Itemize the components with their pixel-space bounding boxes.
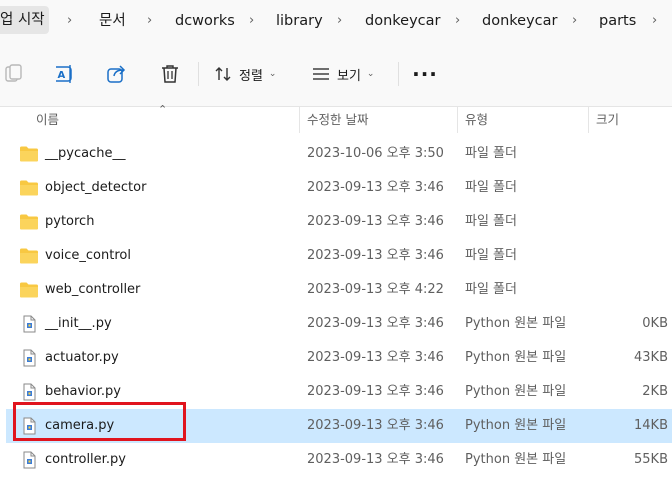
- file-name: __pycache__: [45, 146, 126, 161]
- toolbar-divider: [398, 62, 399, 86]
- sort-icon: [214, 65, 232, 83]
- file-name: actuator.py: [45, 350, 119, 365]
- view-icon: [312, 66, 330, 82]
- python-file-icon: [19, 383, 39, 401]
- python-file-icon: [19, 451, 39, 469]
- sort-label: 정렬: [239, 68, 263, 84]
- file-size: 43KB: [634, 350, 668, 365]
- list-item[interactable]: actuator.py 2023-09-13 오후 3:46 Python 원본…: [6, 341, 672, 375]
- breadcrumb-item-start[interactable]: 업 시작: [0, 6, 49, 34]
- file-type: Python 원본 파일: [465, 384, 567, 399]
- file-type: Python 원본 파일: [465, 452, 567, 467]
- file-name: pytorch: [45, 214, 95, 229]
- copy-button[interactable]: [2, 56, 26, 92]
- list-item[interactable]: __init__.py 2023-09-13 오후 3:46 Python 원본…: [6, 307, 672, 341]
- file-modified: 2023-09-13 오후 3:46: [307, 316, 444, 331]
- view-label: 보기: [337, 68, 361, 84]
- file-modified: 2023-09-13 오후 3:46: [307, 418, 444, 433]
- chevron-right-icon[interactable]: ›: [67, 11, 72, 31]
- breadcrumb-item-library[interactable]: library: [276, 11, 323, 31]
- list-item[interactable]: behavior.py 2023-09-13 오후 3:46 Python 원본…: [6, 375, 672, 409]
- file-modified: 2023-09-13 오후 3:46: [307, 350, 444, 365]
- folder-icon: [19, 145, 39, 163]
- file-type: Python 원본 파일: [465, 350, 567, 365]
- python-file-icon: [19, 315, 39, 333]
- toolbar-divider: [198, 62, 199, 86]
- chevron-right-icon[interactable]: ›: [455, 11, 460, 31]
- file-name: web_controller: [45, 282, 141, 297]
- rename-icon: A: [53, 64, 75, 84]
- breadcrumb-item-documents[interactable]: 문서: [99, 11, 126, 31]
- file-type: Python 원본 파일: [465, 418, 567, 433]
- chevron-down-icon: ⌄: [366, 69, 375, 79]
- file-type: Python 원본 파일: [465, 316, 567, 331]
- file-modified: 2023-09-13 오후 3:46: [307, 452, 444, 467]
- file-type: 파일 폴더: [465, 146, 517, 161]
- copy-icon: [5, 64, 23, 84]
- delete-button[interactable]: [157, 56, 183, 92]
- command-bar: A 정렬 ⌄ 보기 ⌄ ···: [0, 42, 672, 107]
- file-modified: 2023-09-13 오후 4:22: [307, 282, 444, 297]
- breadcrumb-item-donkeycar-2[interactable]: donkeycar: [482, 11, 557, 31]
- svg-text:A: A: [58, 70, 66, 81]
- chevron-right-icon[interactable]: ›: [249, 11, 254, 31]
- list-item[interactable]: pytorch 2023-09-13 오후 3:46 파일 폴더: [6, 205, 672, 239]
- chevron-right-icon[interactable]: ›: [652, 11, 657, 31]
- file-size: 14KB: [634, 418, 668, 433]
- folder-icon: [19, 213, 39, 231]
- sort-button[interactable]: 정렬 ⌄: [214, 56, 288, 92]
- file-name: camera.py: [45, 418, 115, 433]
- python-file-icon: [19, 349, 39, 367]
- rename-button[interactable]: A: [50, 56, 78, 92]
- more-icon: ···: [412, 62, 438, 86]
- file-name: __init__.py: [45, 316, 112, 331]
- list-item[interactable]: __pycache__ 2023-10-06 오후 3:50 파일 폴더: [6, 137, 672, 171]
- file-type: 파일 폴더: [465, 248, 517, 263]
- file-type: 파일 폴더: [465, 180, 517, 195]
- file-size: 2KB: [642, 384, 668, 399]
- file-size: 0KB: [642, 316, 668, 331]
- list-item[interactable]: controller.py 2023-09-13 오후 3:46 Python …: [6, 443, 672, 477]
- folder-icon: [19, 247, 39, 265]
- chevron-right-icon[interactable]: ›: [337, 11, 342, 31]
- file-size: 55KB: [634, 452, 668, 467]
- file-name: voice_control: [45, 248, 131, 263]
- column-header-name[interactable]: 이름: [29, 107, 298, 133]
- file-type: 파일 폴더: [465, 214, 517, 229]
- delete-icon: [160, 64, 180, 84]
- column-header-type[interactable]: 유형: [458, 107, 585, 133]
- file-modified: 2023-09-13 오후 3:46: [307, 384, 444, 399]
- breadcrumb-item-parts[interactable]: parts: [599, 11, 636, 31]
- folder-icon: [19, 281, 39, 299]
- list-item-selected[interactable]: camera.py 2023-09-13 오후 3:46 Python 원본 파…: [6, 409, 672, 443]
- breadcrumb: 업 시작 › 문서 › dcworks › library › donkeyca…: [0, 0, 672, 42]
- chevron-right-icon[interactable]: ›: [572, 11, 577, 31]
- column-header-size[interactable]: 크기: [589, 107, 672, 133]
- share-icon: [106, 64, 128, 84]
- column-header-row: ⌃ 이름 수정한 날짜 유형 크기: [0, 103, 672, 133]
- view-button[interactable]: 보기 ⌄: [312, 56, 386, 92]
- list-item[interactable]: voice_control 2023-09-13 오후 3:46 파일 폴더: [6, 239, 672, 273]
- file-modified: 2023-09-13 오후 3:46: [307, 214, 444, 229]
- breadcrumb-item-dcworks[interactable]: dcworks: [175, 11, 235, 31]
- more-options-button[interactable]: ···: [410, 56, 440, 92]
- list-item[interactable]: web_controller 2023-09-13 오후 4:22 파일 폴더: [6, 273, 672, 307]
- share-button[interactable]: [103, 56, 131, 92]
- list-item[interactable]: object_detector 2023-09-13 오후 3:46 파일 폴더: [6, 171, 672, 205]
- file-name: controller.py: [45, 452, 126, 467]
- folder-icon: [19, 179, 39, 197]
- file-name: behavior.py: [45, 384, 121, 399]
- file-type: 파일 폴더: [465, 282, 517, 297]
- chevron-right-icon[interactable]: ›: [147, 11, 152, 31]
- chevron-down-icon: ⌄: [268, 69, 277, 79]
- python-file-icon: [19, 417, 39, 435]
- file-modified: 2023-09-13 오후 3:46: [307, 248, 444, 263]
- file-modified: 2023-09-13 오후 3:46: [307, 180, 444, 195]
- file-name: object_detector: [45, 180, 147, 195]
- file-modified: 2023-10-06 오후 3:50: [307, 146, 444, 161]
- breadcrumb-item-donkeycar[interactable]: donkeycar: [365, 11, 440, 31]
- column-header-modified[interactable]: 수정한 날짜: [300, 107, 457, 133]
